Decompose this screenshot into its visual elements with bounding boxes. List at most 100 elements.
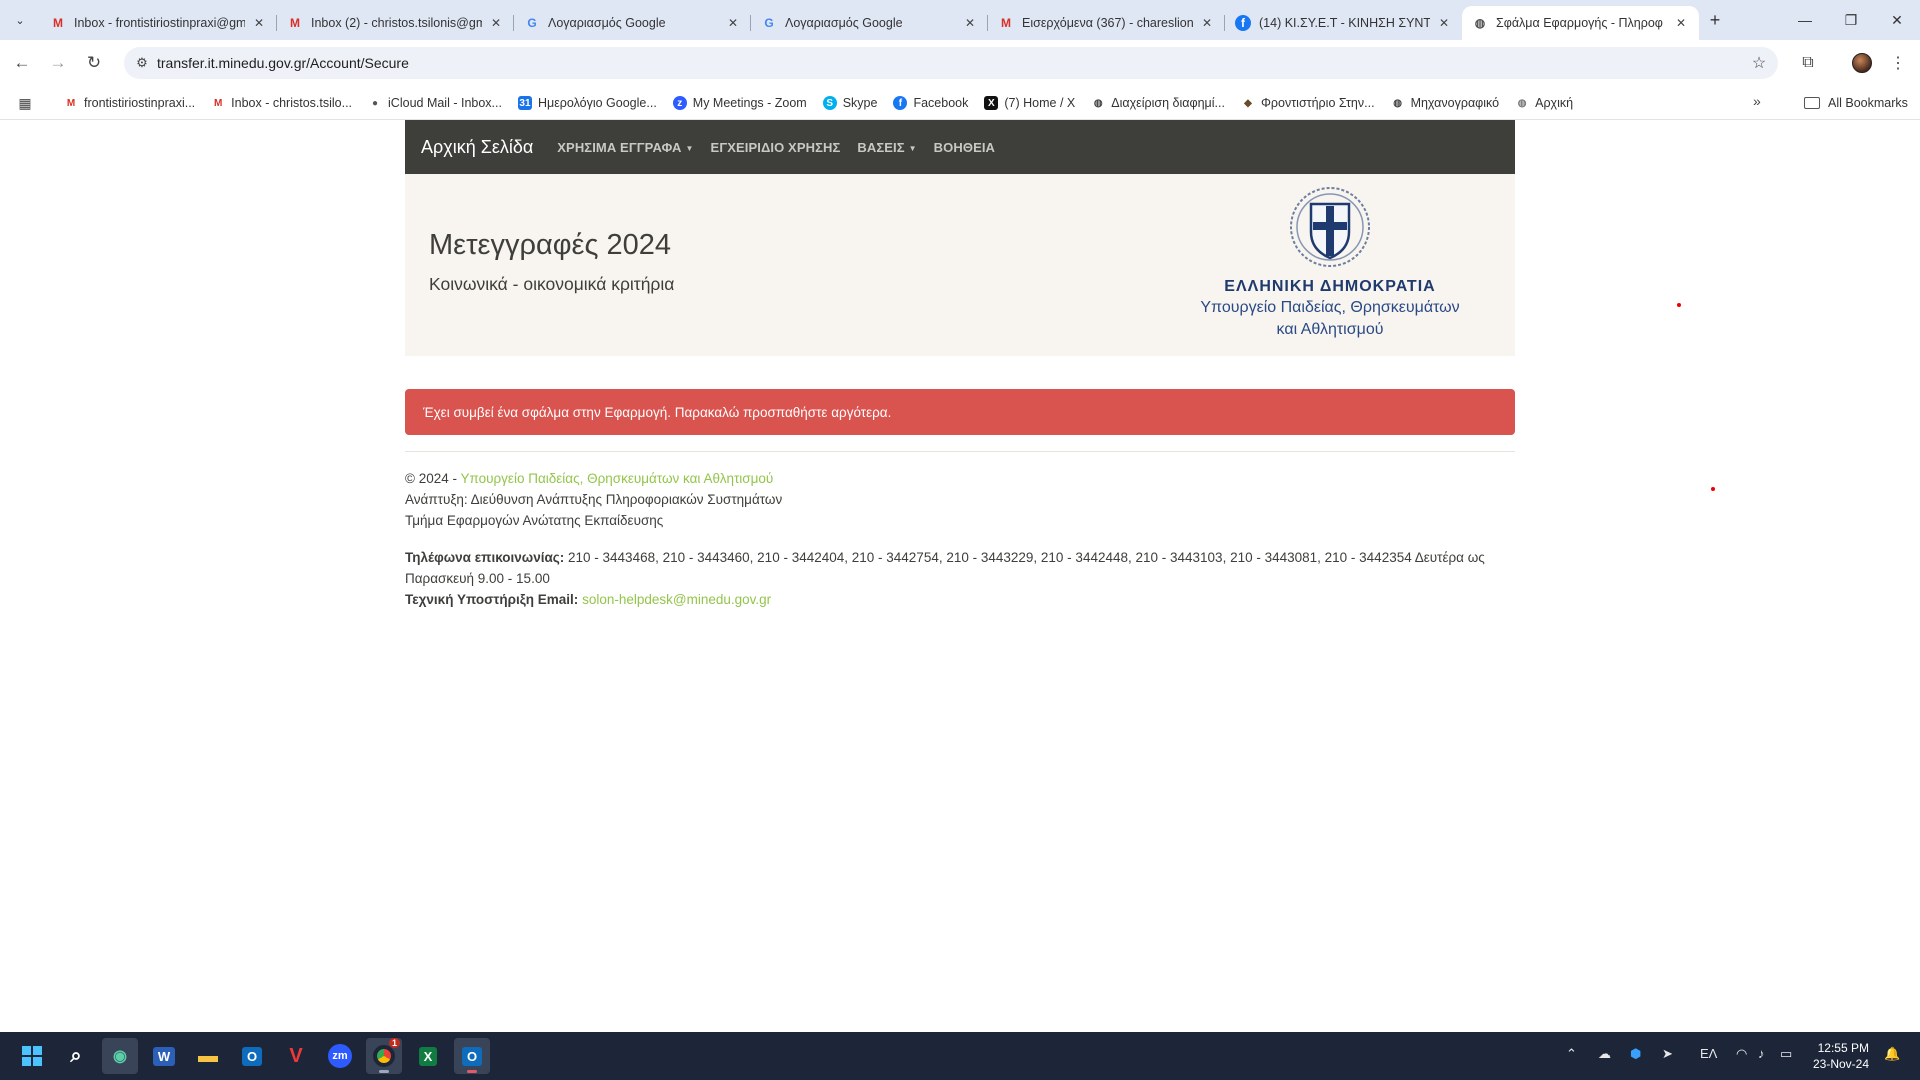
bookmark-star-icon[interactable]: ☆ (1748, 52, 1770, 74)
google-icon: G (764, 16, 774, 30)
address-bar[interactable]: ⚙ transfer.it.minedu.gov.gr/Account/Secu… (124, 47, 1778, 79)
brand-home-link[interactable]: Αρχική Σελίδα (421, 137, 533, 158)
bookmark-item[interactable]: ◍ Αρχική (1507, 92, 1581, 114)
taskbar-outlook[interactable]: O (234, 1038, 270, 1074)
bookmark-item[interactable]: ◍ Μηχανογραφικό (1383, 92, 1508, 114)
red-dot-artifact (1711, 487, 1715, 491)
gmail-icon: M (213, 97, 223, 109)
bookmark-item[interactable]: ● iCloud Mail - Inbox... (360, 92, 510, 114)
globe-icon: ◍ (1093, 97, 1103, 109)
wifi-icon[interactable]: ◠ (1736, 1046, 1747, 1062)
tab-inbox-chareslion[interactable]: M Εισερχόμενα (367) - chareslion ✕ (988, 6, 1225, 40)
ministry-logo: ΕΛΛΗΝΙΚΗ ΔΗΜΟΚΡΑΤΙΑ Υπουργείο Παιδείας, … (1185, 186, 1475, 346)
close-window-button[interactable]: ✕ (1874, 0, 1920, 40)
battery-icon[interactable]: ▭ (1780, 1046, 1792, 1062)
outlook-icon: O (241, 1046, 263, 1066)
more-bookmarks-icon[interactable]: » (1753, 93, 1761, 109)
minimize-button[interactable]: — (1782, 0, 1828, 40)
profile-button[interactable] (1848, 49, 1876, 77)
close-icon[interactable]: ✕ (962, 15, 978, 31)
nav-bases[interactable]: ΒΑΣΕΙΣ ▼ (857, 140, 916, 155)
send-icon[interactable]: ➤ (1662, 1046, 1673, 1062)
bookmark-label: Φροντιστήριο Στην... (1260, 96, 1375, 110)
back-button[interactable]: ← (8, 49, 36, 77)
restore-button[interactable]: ❐ (1828, 0, 1874, 40)
taskbar-file-explorer[interactable]: ▬ (190, 1038, 226, 1074)
reload-button[interactable]: ↻ (80, 49, 108, 77)
taskbar-word[interactable]: W (146, 1038, 182, 1074)
close-icon[interactable]: ✕ (251, 15, 267, 31)
chrome-icon (373, 1045, 395, 1067)
taskbar-copilot[interactable]: ◉ (102, 1038, 138, 1074)
taskbar-outlook-new[interactable]: O (454, 1038, 490, 1074)
bookmark-label: Inbox - christos.tsilo... (231, 96, 353, 110)
volume-icon[interactable]: ♪ (1758, 1046, 1765, 1061)
new-tab-button[interactable]: + (1703, 8, 1727, 32)
ministry-link[interactable]: Υπουργείο Παιδείας, Θρησκευμάτων και Αθλ… (460, 471, 773, 486)
extensions-button[interactable]: ⧉ (1794, 49, 1822, 77)
bookmark-list: Mfrontistiriostinpraxi... M Inbox - chris… (56, 92, 1581, 114)
development-text: Ανάπτυξη: Διεύθυνση Ανάπτυξης Πληροφορια… (405, 492, 783, 507)
taskbar-zoom[interactable]: zm (322, 1038, 358, 1074)
defender-icon[interactable]: ⬢ (1630, 1046, 1641, 1062)
bookmark-label: (7) Home / X (1004, 96, 1076, 110)
nav-help[interactable]: ΒΟΗΘΕΙΑ (934, 140, 995, 155)
nav-user-manual[interactable]: ΕΓΧΕΙΡΙΔΙΟ ΧΡΗΣΗΣ (711, 140, 841, 155)
red-dot-artifact (1677, 303, 1681, 307)
windows-taskbar: ⌕ ◉ W ▬ O V zm 1 X O ⌃ ☁ ⬢ ➤ ΕΛ ◠ ♪ ▭ 12… (0, 1032, 1920, 1080)
tab-facebook[interactable]: f (14) ΚΙ.ΣΥ.Ε.Τ - ΚΙΝΗΣΗ ΣΥΝΤΑ ✕ (1225, 6, 1462, 40)
cloud-offline-icon[interactable]: ☁ (1598, 1046, 1611, 1062)
tab-inbox-frontistirio[interactable]: M Inbox - frontistiriostinpraxi@gmail.co… (40, 6, 277, 40)
nav-useful-documents[interactable]: ΧΡΗΣΙΜΑ ΕΓΓΡΑΦΑ ▼ (557, 140, 693, 155)
tab-title: Inbox - frontistiriostinpraxi@gmail.com (74, 16, 245, 30)
search-button[interactable]: ⌕ (58, 1038, 94, 1074)
bookmark-item[interactable]: X (7) Home / X (976, 92, 1083, 114)
bookmark-label: Διαχείριση διαφημί... (1111, 96, 1225, 110)
tab-search-button[interactable]: ⌄ (8, 8, 32, 32)
logo-ministry-line2: και Αθλητισμού (1276, 321, 1384, 338)
support-email-link[interactable]: solon-helpdesk@minedu.gov.gr (582, 592, 771, 607)
close-icon[interactable]: ✕ (1199, 15, 1215, 31)
show-hidden-icons[interactable]: ⌃ (1566, 1046, 1577, 1062)
system-clock[interactable]: 12:55 PM 23-Nov-24 (1805, 1040, 1869, 1072)
menu-button[interactable]: ⋮ (1884, 49, 1912, 77)
logo-title: ΕΛΛΗΝΙΚΗ ΔΗΜΟΚΡΑΤΙΑ (1224, 278, 1436, 295)
bookmark-item[interactable]: 31 Ημερολόγιο Google... (510, 92, 665, 114)
tab-application-error[interactable]: ◍ Σφάλμα Εφαρμογής - Πληροφ ✕ (1462, 6, 1699, 40)
tab-google-account-2[interactable]: G Λογαριασμός Google ✕ (751, 6, 988, 40)
language-indicator[interactable]: ΕΛ (1700, 1046, 1717, 1061)
copilot-icon: ◉ (113, 1048, 127, 1065)
bookmark-item[interactable]: ◍ Διαχείριση διαφημί... (1083, 92, 1233, 114)
close-icon[interactable]: ✕ (1673, 15, 1689, 31)
bookmark-item[interactable]: Mfrontistiriostinpraxi... (56, 92, 203, 114)
close-icon[interactable]: ✕ (488, 15, 504, 31)
google-icon: G (527, 16, 537, 30)
bookmark-item[interactable]: S Skype (815, 92, 886, 114)
bookmark-label: My Meetings - Zoom (692, 96, 807, 110)
site-info-icon[interactable]: ⚙ (132, 53, 152, 73)
all-bookmarks-button[interactable]: All Bookmarks (1804, 92, 1908, 114)
bookmark-item[interactable]: z My Meetings - Zoom (665, 92, 815, 114)
url-text[interactable]: transfer.it.minedu.gov.gr/Account/Secure (157, 55, 409, 71)
taskbar-vodafone[interactable]: V (278, 1038, 314, 1074)
start-button[interactable] (14, 1038, 50, 1074)
notification-bell-icon[interactable]: 🔔 (1884, 1046, 1900, 1062)
bookmark-item[interactable]: f Facebook (885, 92, 976, 114)
bookmark-item[interactable]: M Inbox - christos.tsilo... (203, 92, 360, 114)
forward-button[interactable]: → (44, 49, 72, 77)
tab-inbox-christos[interactable]: M Inbox (2) - christos.tsilonis@gmail.co… (277, 6, 514, 40)
close-icon[interactable]: ✕ (1436, 15, 1452, 31)
close-icon[interactable]: ✕ (725, 15, 741, 31)
skype-icon: S (822, 96, 837, 110)
clock-time: 12:55 PM (1817, 1041, 1869, 1055)
support-email-line: Τεχνική Υποστήριξη Email: solon-helpdesk… (405, 589, 1515, 610)
taskbar-chrome[interactable]: 1 (366, 1038, 402, 1074)
tab-google-account-1[interactable]: G Λογαριασμός Google ✕ (514, 6, 751, 40)
gmail-icon: M (290, 16, 300, 30)
apps-grid-icon[interactable]: ▦ (16, 94, 34, 112)
folder-icon (1804, 97, 1820, 109)
taskbar-excel[interactable]: X (410, 1038, 446, 1074)
bookmark-label: Skype (842, 96, 878, 110)
bookmark-item[interactable]: ◆ Φροντιστήριο Στην... (1233, 92, 1383, 114)
